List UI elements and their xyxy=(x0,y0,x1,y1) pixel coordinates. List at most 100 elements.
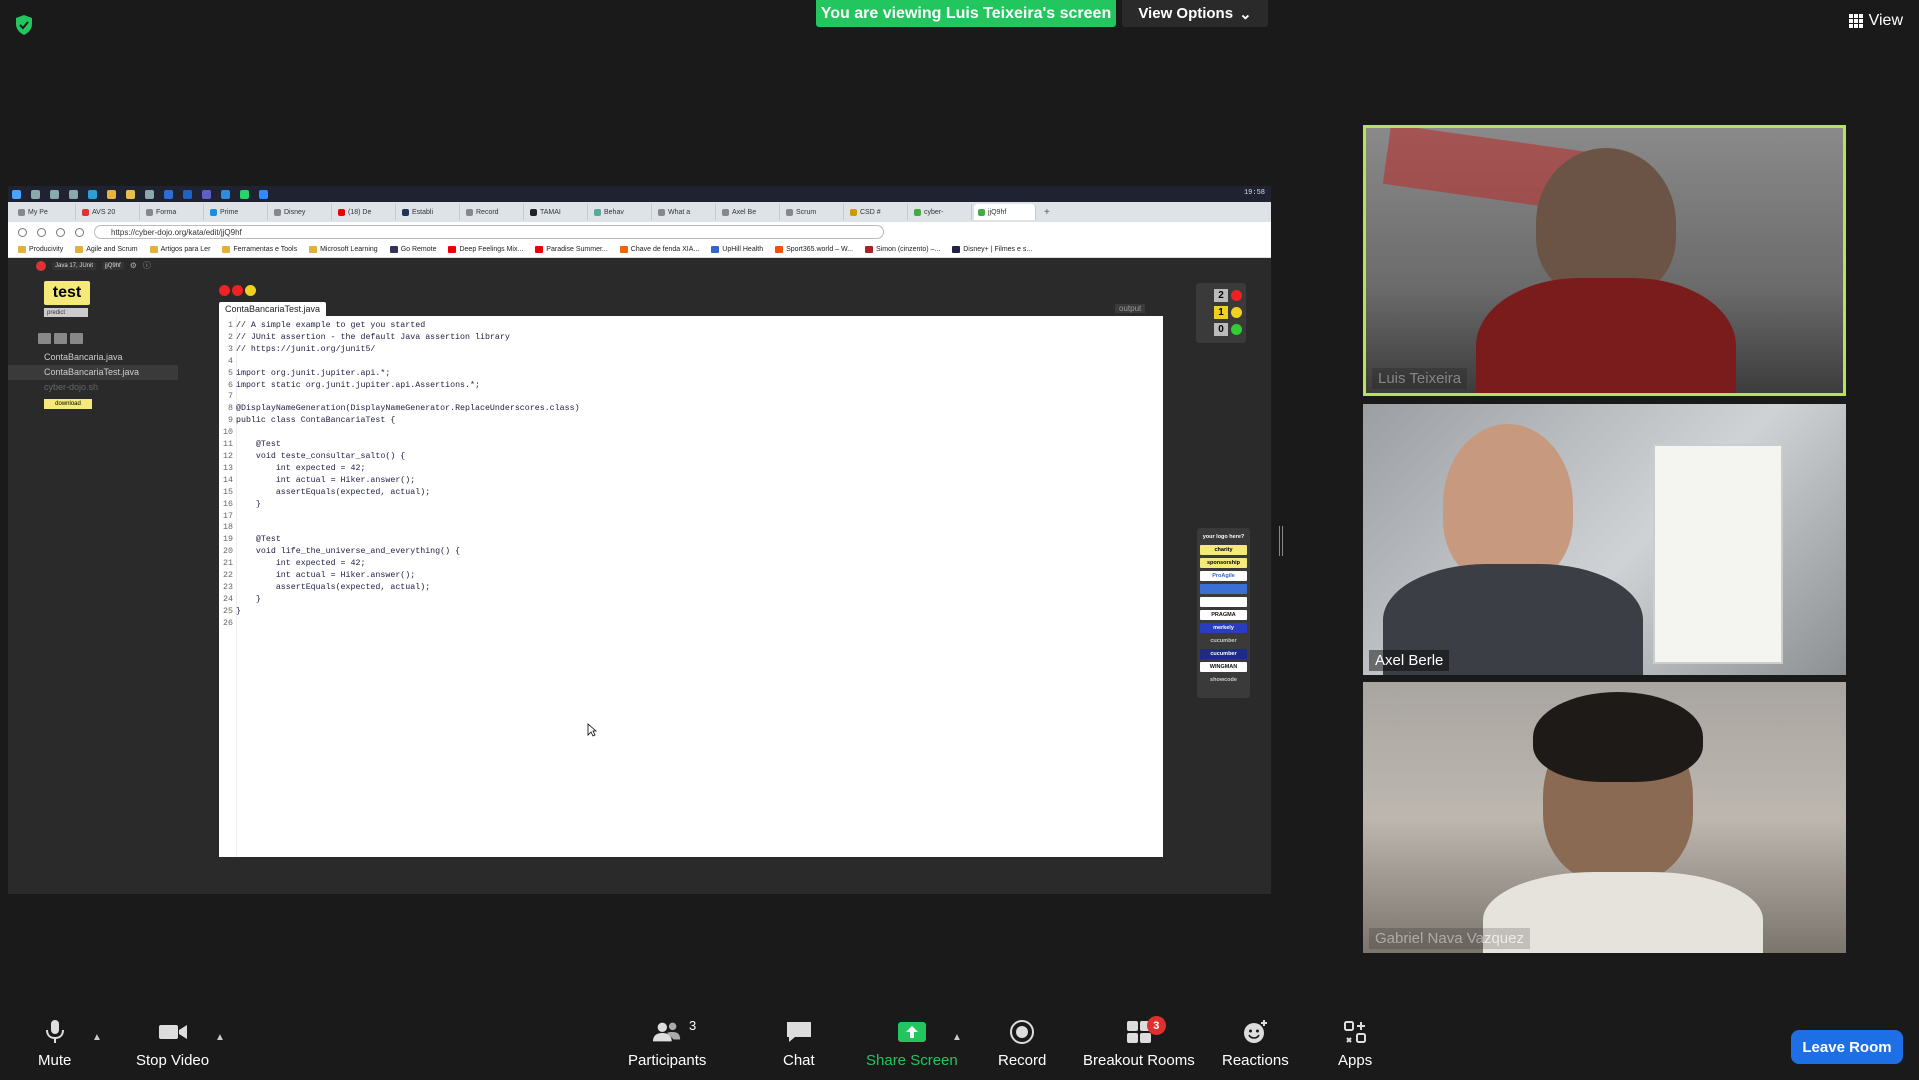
browser-tab[interactable]: Establi xyxy=(398,204,460,220)
back-icon[interactable] xyxy=(18,227,27,237)
favicon-icon xyxy=(274,208,281,216)
favicon-icon xyxy=(402,208,409,216)
panel-resize-handle[interactable] xyxy=(1279,526,1283,556)
code-editor[interactable]: 1// A simple example to get you started 2… xyxy=(219,316,1163,857)
video-options-chevron-icon[interactable]: ▲ xyxy=(215,1032,225,1043)
reactions-button[interactable]: Reactions xyxy=(1222,1020,1289,1069)
participants-button[interactable]: 3 Participants xyxy=(628,1018,706,1069)
bookmark[interactable]: UpHill Health xyxy=(711,246,763,253)
browser-tab-active[interactable]: jjQ9hf xyxy=(974,204,1036,220)
share-options-chevron-icon[interactable]: ▲ xyxy=(952,1032,962,1043)
new-tab-icon[interactable]: + xyxy=(1038,207,1056,218)
browser-tab[interactable]: What a xyxy=(654,204,716,220)
file-item[interactable]: cyber-dojo.sh xyxy=(8,380,178,395)
output-tab[interactable]: output xyxy=(1115,304,1146,313)
line-number: 6 xyxy=(228,380,233,390)
shared-screen[interactable]: 19:58 My Pe AVS 20 Forma Prime Disney (1… xyxy=(8,186,1271,894)
browser-tab[interactable]: Scrum xyxy=(782,204,844,220)
sponsor-logo[interactable]: sponsorship xyxy=(1200,558,1247,568)
sponsor-logo[interactable]: showcode xyxy=(1200,675,1247,685)
home-icon[interactable] xyxy=(75,227,84,237)
line-number: 13 xyxy=(223,463,233,473)
search-icon xyxy=(31,189,40,199)
sponsor-logo[interactable]: cucumber xyxy=(1200,649,1247,659)
test-button[interactable]: test xyxy=(44,281,90,305)
sponsor-logo[interactable]: ProAgile xyxy=(1200,571,1247,581)
predict-toggle[interactable]: predict xyxy=(44,308,88,317)
line-text: int actual = Hiker.answer(); xyxy=(236,475,416,485)
url-field[interactable]: https://cyber-dojo.org/kata/edit/jjQ9hf xyxy=(94,225,884,239)
video-tile[interactable]: Gabriel Nava Vazquez xyxy=(1363,682,1846,953)
stop-video-button[interactable]: Stop Video xyxy=(136,1020,209,1069)
chevron-down-icon: ⌄ xyxy=(1239,5,1252,23)
video-tile-active-speaker[interactable]: Luis Teixeira xyxy=(1363,125,1846,396)
add-file-icon[interactable] xyxy=(38,333,51,344)
sponsor-logo[interactable]: your logo here? xyxy=(1200,532,1247,542)
browser-tab[interactable]: Behav xyxy=(590,204,652,220)
browser-tab[interactable]: CSD # xyxy=(846,204,908,220)
browser-tab[interactable]: cyber- xyxy=(910,204,972,220)
sponsor-logo[interactable]: WINGMAN xyxy=(1200,662,1247,672)
bookmark[interactable]: Go Remote xyxy=(389,246,436,253)
browser-tab[interactable]: Prime xyxy=(206,204,268,220)
gear-icon[interactable]: ⚙ xyxy=(130,261,137,270)
browser-tab[interactable]: (18) De xyxy=(334,204,396,220)
browser-tab[interactable]: Forma xyxy=(142,204,204,220)
sponsor-logo[interactable]: merkely xyxy=(1200,623,1247,633)
sponsor-logo[interactable]: cucumber xyxy=(1200,636,1247,646)
bookmark[interactable]: Disney+ | Filmes e s... xyxy=(952,246,1032,253)
forward-icon[interactable] xyxy=(37,227,46,237)
bookmark[interactable]: Simon (cinzento) –... xyxy=(865,246,940,253)
apps-button[interactable]: Apps xyxy=(1338,1020,1372,1069)
browser-tab[interactable]: My Pe xyxy=(14,204,76,220)
record-button[interactable]: Record xyxy=(998,1020,1046,1069)
encryption-shield-icon[interactable] xyxy=(14,14,34,36)
bookmark[interactable]: Agile and Scrum xyxy=(75,246,138,253)
favicon-icon xyxy=(850,208,857,216)
bookmarks-bar: Producivity Agile and Scrum Artigos para… xyxy=(8,242,1271,258)
bookmark[interactable]: Artigos para Ler xyxy=(149,246,210,253)
avatar-icon xyxy=(36,260,46,271)
bookmark[interactable]: Chave de fenda XIA... xyxy=(619,246,699,253)
view-layout-button[interactable]: View xyxy=(1848,12,1903,30)
cyber-dojo-page: Java 17, JUnit jjQ9hf ⚙ ⓘ test predict C… xyxy=(8,258,1271,894)
sponsor-logo[interactable]: charity xyxy=(1200,545,1247,555)
bookmark[interactable]: Producivity xyxy=(18,246,63,253)
remove-file-icon[interactable] xyxy=(54,333,67,344)
reload-icon[interactable] xyxy=(56,227,65,237)
sponsor-logo[interactable] xyxy=(1200,597,1247,607)
view-options-button[interactable]: View Options ⌄ xyxy=(1122,0,1268,27)
editor-file-tab[interactable]: ContaBancariaTest.java xyxy=(219,302,327,316)
info-icon[interactable]: ⓘ xyxy=(143,260,151,271)
browser-tab[interactable]: Disney xyxy=(270,204,332,220)
code-line: 25} xyxy=(219,606,580,618)
share-screen-button[interactable]: Share Screen xyxy=(866,1020,958,1069)
sponsor-logo[interactable] xyxy=(1200,584,1247,594)
leave-room-button[interactable]: Leave Room xyxy=(1791,1030,1903,1064)
chat-button[interactable]: Chat xyxy=(783,1020,815,1069)
amber-light-icon xyxy=(245,285,256,296)
file-item[interactable]: ContaBancaria.java xyxy=(8,350,178,365)
browser-tab[interactable]: Axel Be xyxy=(718,204,780,220)
bookmark[interactable]: Sport365.world – W... xyxy=(775,246,853,253)
bookmark[interactable]: Microsoft Learning xyxy=(309,246,378,253)
bookmark[interactable]: Paradise Summer... xyxy=(535,246,608,253)
breakout-rooms-button[interactable]: 3 Breakout Rooms xyxy=(1083,1016,1195,1069)
bookmark[interactable]: Ferramentas e Tools xyxy=(222,246,297,253)
browser-tab[interactable]: AVS 20 xyxy=(78,204,140,220)
browser-tab[interactable]: Record xyxy=(462,204,524,220)
line-text: int expected = 42; xyxy=(236,559,366,569)
code-line: 1// A simple example to get you started xyxy=(219,320,580,332)
video-tile[interactable]: Axel Berle xyxy=(1363,404,1846,675)
file-item-selected[interactable]: ContaBancariaTest.java xyxy=(8,365,178,380)
favicon-icon xyxy=(594,208,601,216)
bookmark[interactable]: Deep Feelings Mix... xyxy=(448,246,523,253)
code-line: 18 xyxy=(219,522,580,534)
code-line: 16 } xyxy=(219,499,580,511)
browser-tab[interactable]: TAMAI xyxy=(526,204,588,220)
download-button[interactable]: download xyxy=(44,399,92,409)
sponsor-logo[interactable]: PRAGMA xyxy=(1200,610,1247,620)
mute-button[interactable]: Mute xyxy=(38,1020,71,1069)
rename-file-icon[interactable] xyxy=(70,333,83,344)
audio-options-chevron-icon[interactable]: ▲ xyxy=(92,1032,102,1043)
